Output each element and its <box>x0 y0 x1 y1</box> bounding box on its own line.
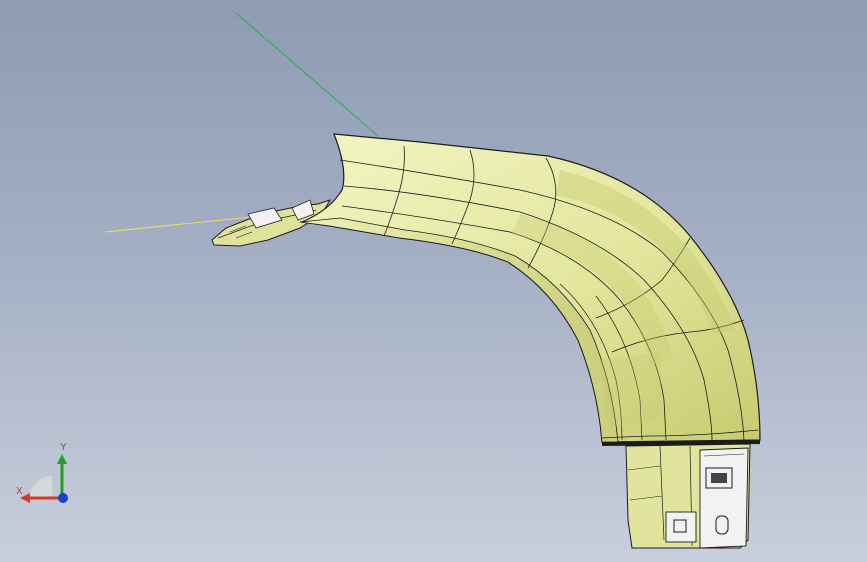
green-reference-line <box>235 12 379 137</box>
3d-viewport[interactable]: Y X <box>0 0 867 562</box>
axis-triad[interactable]: Y X <box>10 440 80 510</box>
z-axis-dot <box>58 493 68 503</box>
model-scene[interactable] <box>0 0 867 562</box>
triad-graphic <box>20 454 68 503</box>
bottom-mount[interactable] <box>602 440 760 549</box>
triad-plane-icon <box>30 476 52 498</box>
arc-body[interactable] <box>299 133 761 443</box>
x-axis-label: X <box>16 486 23 497</box>
y-axis-label: Y <box>60 442 67 453</box>
